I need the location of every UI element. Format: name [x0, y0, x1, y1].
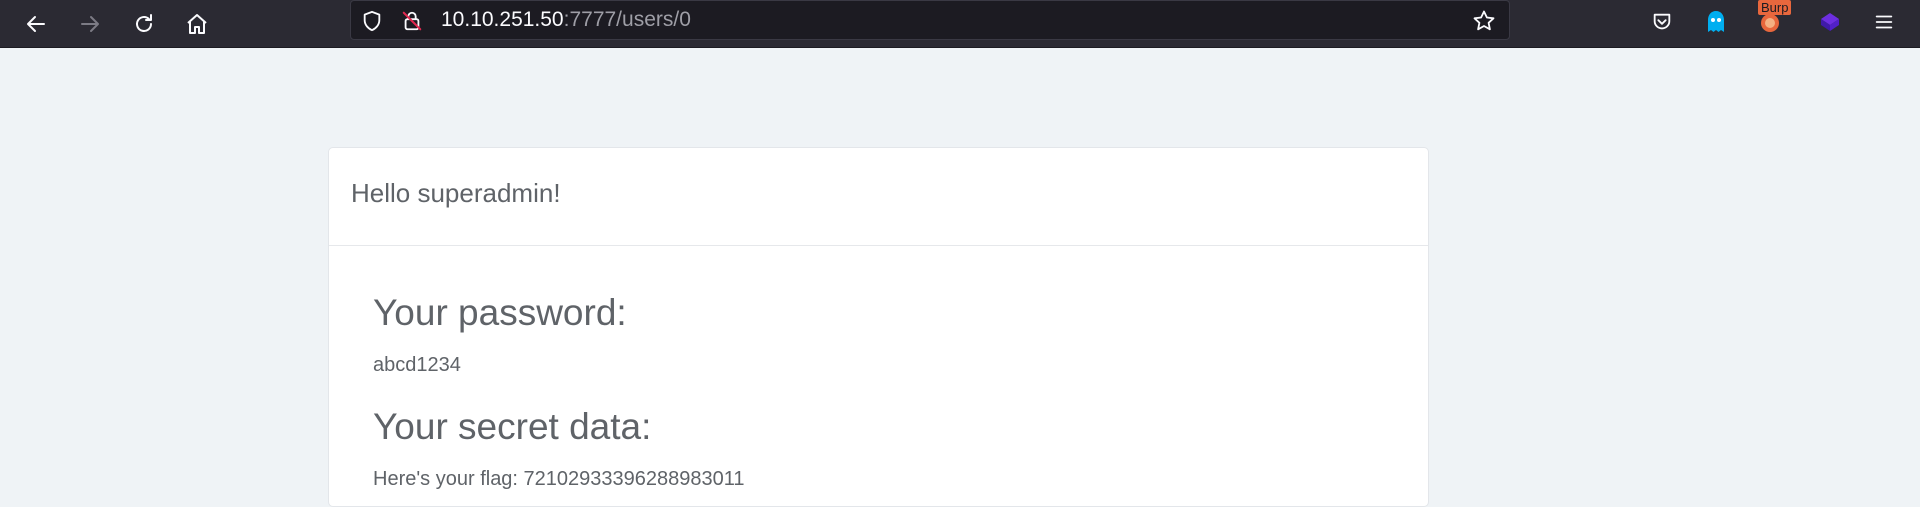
ghostery-icon [1705, 10, 1727, 39]
url-bar[interactable]: 10.10.251.50:7777/users/0 [350, 0, 1510, 40]
forward-icon [78, 12, 102, 36]
url-host: 10.10.251.50 [441, 8, 564, 31]
home-button[interactable] [177, 4, 217, 44]
insecure-lock-icon[interactable] [399, 8, 425, 34]
pocket-icon [1651, 11, 1673, 38]
greeting: Hello superadmin! [351, 178, 561, 208]
secret-value: Here's your flag: 72102933396288983011 [373, 468, 745, 490]
burp-badge: Burp [1758, 0, 1792, 15]
password-heading: Your password: [373, 292, 627, 333]
ghostery-button[interactable] [1696, 4, 1736, 44]
back-button[interactable] [16, 4, 56, 44]
password-value: abcd1234 [373, 354, 461, 376]
extension-button[interactable] [1810, 4, 1850, 44]
reload-button[interactable] [124, 4, 164, 44]
card-header: Hello superadmin! [329, 148, 1428, 246]
bookmark-star-icon[interactable] [1471, 8, 1497, 34]
user-card: Hello superadmin! Your password: abcd123… [328, 147, 1429, 507]
pocket-button[interactable] [1642, 4, 1682, 44]
menu-icon [1873, 11, 1895, 38]
secret-heading: Your secret data: [373, 406, 652, 447]
url-path: :7777/users/0 [563, 8, 691, 31]
reload-icon [132, 12, 156, 36]
home-icon [185, 12, 209, 36]
browser-toolbar: 10.10.251.50:7777/users/0 Burp [0, 0, 1920, 48]
back-icon [24, 12, 48, 36]
app-menu-button[interactable] [1864, 4, 1904, 44]
url-text[interactable]: 10.10.251.50:7777/users/0 [441, 1, 691, 39]
extension-cube-icon [1818, 10, 1842, 39]
shield-icon[interactable] [359, 8, 385, 34]
forward-button[interactable] [70, 4, 110, 44]
